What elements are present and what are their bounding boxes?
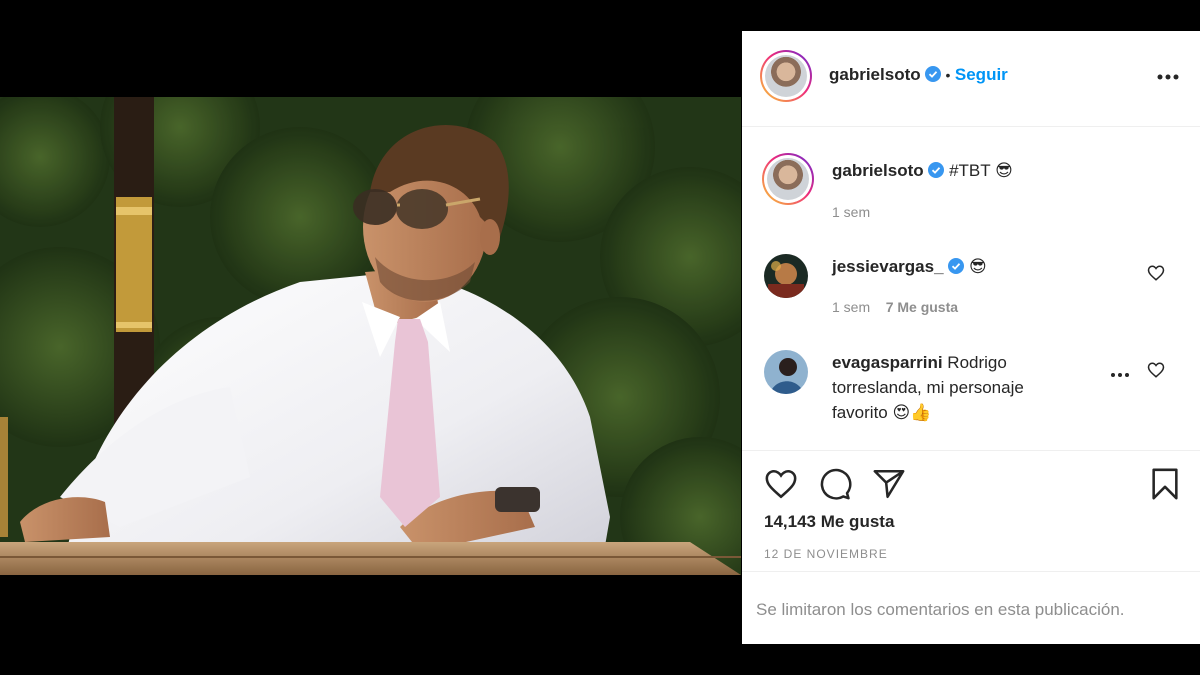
post-side-panel: gabrielsoto • Seguir gabrielsoto #TBT 😎 … xyxy=(742,31,1200,644)
photo-man-white-shirt-sunglasses xyxy=(0,97,741,575)
likes-count[interactable]: 14,143 Me gusta xyxy=(764,512,894,532)
paper-plane-icon[interactable] xyxy=(872,467,906,501)
comment-likes-link[interactable]: 7 Me gusta xyxy=(886,299,958,315)
comment-more-icon[interactable] xyxy=(1110,372,1130,378)
comment-avatar-jessievargas[interactable] xyxy=(764,254,808,298)
comments-section: gabrielsoto #TBT 😎 1 sem jessievargas_ 😎… xyxy=(742,127,1200,450)
verified-badge-icon xyxy=(928,162,945,178)
comment-jessievargas: jessievargas_ 😎 xyxy=(832,254,987,279)
comment-text: 😎 xyxy=(969,257,987,276)
heart-icon[interactable] xyxy=(1147,361,1165,379)
follow-button[interactable]: Seguir xyxy=(955,65,1008,84)
caption-avatar[interactable] xyxy=(762,153,814,205)
more-horizontal-icon[interactable] xyxy=(1157,73,1179,81)
post-actions: 14,143 Me gusta 12 DE NOVIEMBRE xyxy=(742,450,1200,571)
post-header: gabrielsoto • Seguir xyxy=(742,31,1200,127)
bookmark-icon[interactable] xyxy=(1148,467,1182,501)
author-avatar[interactable] xyxy=(760,50,812,102)
comment-meta: 1 sem 7 Me gusta xyxy=(832,299,958,315)
verified-badge-icon xyxy=(925,66,942,82)
comment-time: 1 sem xyxy=(832,299,871,315)
heart-icon[interactable] xyxy=(1147,264,1165,282)
comment-text-line-2: torreslanda, mi personaje xyxy=(832,378,1024,397)
caption-text: #TBT 😎 xyxy=(949,161,1013,180)
verified-badge-icon xyxy=(948,258,965,274)
comment-avatar-evagasparrini[interactable] xyxy=(764,350,808,394)
comments-limited-text: Se limitaron los comentarios en esta pub… xyxy=(756,600,1125,619)
post-photo[interactable] xyxy=(0,97,741,575)
post-date[interactable]: 12 DE NOVIEMBRE xyxy=(764,547,888,561)
caption-time: 1 sem xyxy=(832,204,871,220)
caption: gabrielsoto #TBT 😎 xyxy=(832,158,1013,183)
author-username[interactable]: gabrielsoto xyxy=(829,65,921,84)
heart-icon[interactable] xyxy=(764,467,798,501)
comment-text-line-3: favorito 😍👍 xyxy=(832,403,932,422)
author-row: gabrielsoto • Seguir xyxy=(829,65,1008,85)
comments-limited-notice: Se limitaron los comentarios en esta pub… xyxy=(742,571,1200,645)
comment-text-line-1: Rodrigo xyxy=(947,353,1007,372)
caption-username[interactable]: gabrielsoto xyxy=(832,161,924,180)
comment-username[interactable]: evagasparrini xyxy=(832,353,943,372)
comment-username[interactable]: jessievargas_ xyxy=(832,257,944,276)
comment-icon[interactable] xyxy=(818,467,852,501)
follow-separator: • xyxy=(945,67,951,83)
comment-evagasparrini: evagasparrini Rodrigo torreslanda, mi pe… xyxy=(832,350,1082,425)
